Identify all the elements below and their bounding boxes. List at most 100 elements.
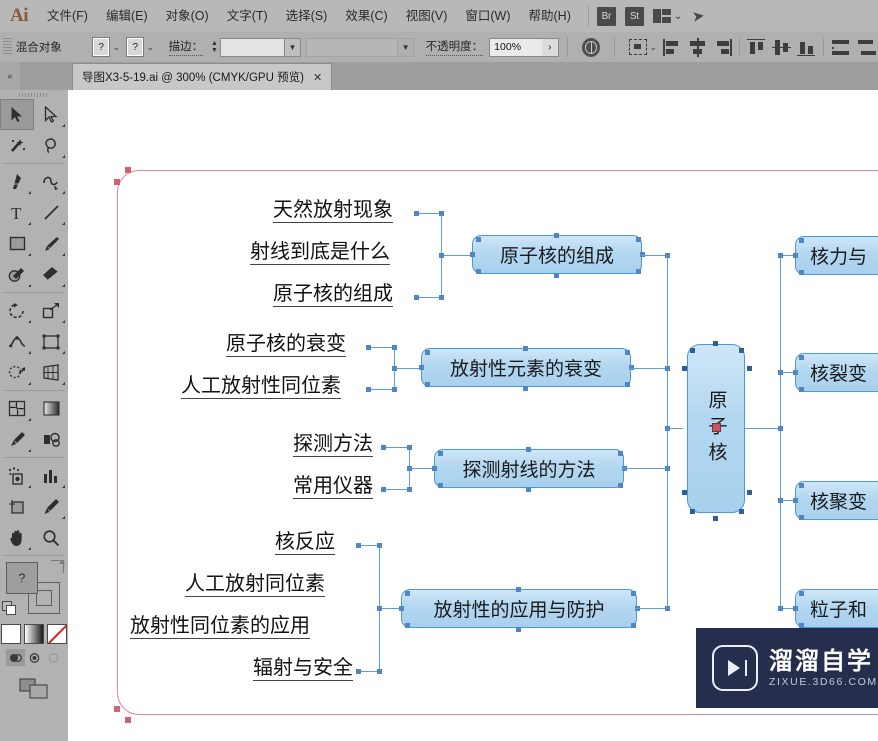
mindmap-node[interactable]: 原子核的组成 (472, 235, 642, 274)
bridge-icon[interactable]: Br (596, 6, 616, 26)
mindmap-leaf[interactable]: 探测方法 (293, 434, 373, 457)
artboard-tool[interactable] (0, 491, 34, 522)
align-right-icon[interactable] (712, 37, 733, 58)
mindmap-node[interactable]: 放射性的应用与防护 (401, 589, 637, 628)
rectangle-tool[interactable] (0, 228, 34, 259)
menu-type[interactable]: 文字(T) (218, 0, 277, 32)
eraser-tool[interactable] (34, 259, 68, 290)
stroke-chevron-down-icon[interactable]: ⌄ (143, 39, 157, 55)
menu-window[interactable]: 窗口(W) (456, 0, 519, 32)
gradient-swatch[interactable] (24, 624, 44, 644)
distribute-vertical-icon[interactable] (830, 37, 851, 58)
mindmap-leaf[interactable]: 常用仪器 (293, 476, 373, 499)
fill-color-box[interactable]: ? (6, 562, 38, 594)
mindmap-leaf[interactable]: 人工放射同位素 (185, 574, 325, 597)
align-center-vertical-icon[interactable] (771, 37, 792, 58)
hand-tool[interactable] (0, 522, 34, 553)
stroke-label[interactable]: 描边： (168, 38, 204, 56)
selection-tool[interactable] (0, 99, 34, 130)
tools-panel-grip[interactable] (0, 90, 68, 99)
gradient-tool[interactable] (34, 393, 68, 424)
mindmap-leaf[interactable]: 人工放射性同位素 (181, 376, 341, 399)
document-canvas[interactable]: 天然放射现象 射线到底是什么 原子核的组成 原子核的组成 原子核的衰变 人工放射… (68, 90, 878, 741)
stroke-weight-stepper[interactable]: ▲ ▼ (209, 38, 220, 56)
mindmap-node[interactable]: 放射性元素的衰变 (421, 348, 631, 387)
align-top-icon[interactable] (746, 37, 767, 58)
menu-effect[interactable]: 效果(C) (336, 0, 396, 32)
mindmap-leaf[interactable]: 核反应 (275, 532, 335, 555)
mindmap-leaf[interactable]: 辐射与安全 (253, 658, 353, 681)
align-center-horizontal-icon[interactable] (687, 37, 708, 58)
workspace-switcher-icon[interactable] (652, 9, 671, 23)
mindmap-leaf[interactable]: 放射性同位素的应用 (130, 616, 310, 639)
opacity-label[interactable]: 不透明度： (425, 38, 484, 56)
workspace-chevron-down-icon[interactable]: ⌄ (674, 11, 682, 22)
column-graph-tool[interactable] (34, 460, 68, 491)
mindmap-right-node[interactable]: 核力与 (795, 236, 878, 275)
change-screen-mode-icon[interactable] (19, 678, 49, 700)
fill-chevron-down-icon[interactable]: ⌄ (109, 39, 123, 55)
recolor-artwork-icon[interactable] (581, 37, 601, 57)
direct-selection-tool[interactable] (34, 99, 68, 130)
menu-help[interactable]: 帮助(H) (520, 0, 580, 32)
mindmap-node[interactable]: 探测射线的方法 (434, 449, 624, 488)
mindmap-leaf[interactable]: 原子核的组成 (273, 284, 393, 307)
menu-edit[interactable]: 编辑(E) (97, 0, 157, 32)
align-to-selection-icon[interactable] (629, 39, 647, 55)
symbol-sprayer-tool[interactable] (0, 460, 34, 491)
stroke-weight-chevron-down-icon[interactable]: ▼ (283, 38, 300, 56)
width-tool[interactable] (0, 326, 34, 357)
align-left-icon[interactable] (662, 37, 683, 58)
mindmap-right-node[interactable]: 核裂变 (795, 353, 878, 392)
mindmap-right-node[interactable]: 核聚变 (795, 481, 878, 520)
menu-file[interactable]: 文件(F) (38, 0, 97, 32)
mindmap-leaf[interactable]: 射线到底是什么 (250, 242, 390, 265)
opacity-more-button[interactable]: › (541, 38, 558, 56)
control-bar-grip[interactable] (3, 38, 12, 56)
draw-behind-button[interactable] (24, 649, 44, 666)
default-fill-stroke-icon[interactable] (2, 601, 16, 615)
lasso-tool[interactable] (34, 130, 68, 161)
free-transform-tool[interactable] (34, 326, 68, 357)
menu-select[interactable]: 选择(S) (277, 0, 337, 32)
rotate-tool[interactable] (0, 295, 34, 326)
mesh-tool[interactable] (0, 393, 34, 424)
mindmap-right-node[interactable]: 粒子和 (795, 589, 878, 628)
menu-object[interactable]: 对象(O) (157, 0, 218, 32)
scale-tool[interactable] (34, 295, 68, 326)
rocket-icon[interactable]: ➤ (691, 6, 706, 26)
none-swatch[interactable] (47, 624, 67, 644)
swap-fill-stroke-icon[interactable] (51, 560, 65, 573)
stroke-profile-chevron-down-icon[interactable]: ▼ (397, 38, 414, 56)
pen-tool[interactable] (0, 166, 34, 197)
slice-tool[interactable] (34, 491, 68, 522)
align-bottom-icon[interactable] (796, 37, 817, 58)
eyedropper-tool[interactable] (0, 424, 34, 455)
close-icon[interactable]: ✕ (313, 71, 322, 84)
stroke-swatch-button[interactable]: ? (126, 37, 145, 57)
perspective-grid-tool[interactable] (34, 357, 68, 388)
line-segment-tool[interactable] (34, 197, 68, 228)
magic-wand-tool[interactable] (0, 130, 34, 161)
fill-swatch-button[interactable]: ? (91, 37, 111, 57)
draw-normal-button[interactable] (5, 649, 25, 666)
mindmap-leaf[interactable]: 原子核的衰变 (226, 334, 346, 357)
distribute-horizontal-icon[interactable] (855, 37, 877, 58)
stroke-weight-combo[interactable]: ▼ (219, 37, 301, 57)
shaper-tool[interactable] (0, 259, 34, 290)
align-chevron-down-icon[interactable]: ⌄ (647, 39, 661, 55)
blend-tool[interactable] (34, 424, 68, 455)
draw-inside-button[interactable] (43, 649, 63, 666)
mindmap-leaf[interactable]: 天然放射现象 (273, 200, 393, 223)
stroke-profile-combo[interactable]: ▼ (305, 37, 415, 57)
color-swatch-white[interactable] (1, 624, 21, 644)
zoom-tool[interactable] (34, 522, 68, 553)
panel-collapse-icon[interactable]: « (0, 62, 20, 90)
curvature-tool[interactable] (34, 166, 68, 197)
type-tool[interactable]: T (0, 197, 34, 228)
stock-icon[interactable]: St (624, 6, 644, 26)
opacity-field[interactable]: 100% › (489, 37, 559, 57)
shape-builder-tool[interactable] (0, 357, 34, 388)
document-tab[interactable]: 导图X3-5-19.ai @ 300% (CMYK/GPU 预览) ✕ (72, 63, 333, 90)
paintbrush-tool[interactable] (34, 228, 68, 259)
